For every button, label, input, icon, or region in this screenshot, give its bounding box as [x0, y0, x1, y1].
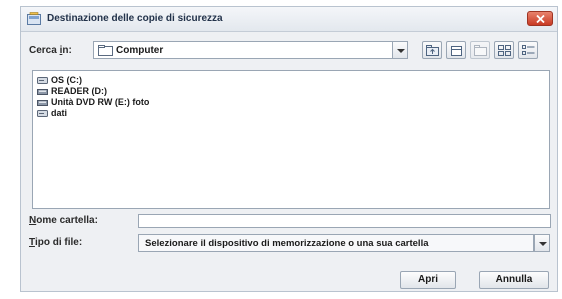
- folder-name-label: Nome cartella:: [29, 215, 98, 226]
- home-icon: [451, 46, 462, 56]
- file-type-dropdown-button[interactable]: [534, 234, 550, 252]
- list-item-label: OS (C:): [51, 75, 82, 85]
- file-type-label-rest: ipo di file:: [34, 237, 83, 248]
- list-item-label: Unità DVD RW (E:) foto: [51, 97, 150, 107]
- list-view-button[interactable]: [494, 41, 514, 59]
- drive-icon: [37, 87, 48, 98]
- chevron-down-icon: [397, 49, 405, 53]
- look-in-label-suffix: n:: [62, 45, 72, 56]
- folder-name-label-rest: ome cartella:: [36, 215, 98, 226]
- home-button[interactable]: [446, 41, 466, 59]
- file-type-label: Tipo di file:: [29, 237, 82, 248]
- hard-drive-icon: [37, 76, 48, 87]
- save-dialog: Destinazione delle copie di sicurezza Ce…: [20, 6, 558, 292]
- chevron-down-icon: [539, 242, 547, 246]
- look-in-dropdown-button[interactable]: [392, 41, 408, 59]
- look-in-label-prefix: Cerca: [29, 45, 60, 56]
- dvd-drive-icon: [37, 98, 48, 109]
- list-item-label: READER (D:): [51, 86, 107, 96]
- cancel-button[interactable]: Annulla: [479, 271, 549, 289]
- dialog-title: Destinazione delle copie di sicurezza: [47, 13, 223, 24]
- file-type-value: Selezionare il dispositivo di memorizzaz…: [145, 238, 429, 249]
- computer-icon: [98, 45, 113, 59]
- folder-name-input[interactable]: [138, 214, 551, 228]
- list-view-icon: [498, 45, 511, 56]
- up-folder-icon: [426, 45, 439, 56]
- look-in-combo[interactable]: Computer: [93, 41, 393, 59]
- new-folder-button[interactable]: [470, 41, 490, 59]
- up-folder-button[interactable]: [422, 41, 442, 59]
- details-view-button[interactable]: [518, 41, 538, 59]
- file-type-combo[interactable]: Selezionare il dispositivo di memorizzaz…: [138, 234, 534, 252]
- title-bar[interactable]: Destinazione delle copie di sicurezza: [21, 7, 557, 32]
- details-view-icon: [522, 45, 535, 55]
- close-icon: [536, 15, 545, 23]
- look-in-value: Computer: [116, 45, 164, 56]
- list-item-label: dati: [51, 108, 68, 118]
- open-button[interactable]: Apri: [400, 271, 456, 289]
- file-list[interactable]: OS (C:) READER (D:) Unità DVD RW (E:) fo…: [32, 70, 550, 209]
- new-folder-icon: [474, 45, 487, 56]
- look-in-label: Cerca in:: [29, 45, 72, 56]
- close-button[interactable]: [527, 11, 553, 26]
- hard-drive-icon: [37, 109, 48, 120]
- app-icon: [27, 12, 41, 25]
